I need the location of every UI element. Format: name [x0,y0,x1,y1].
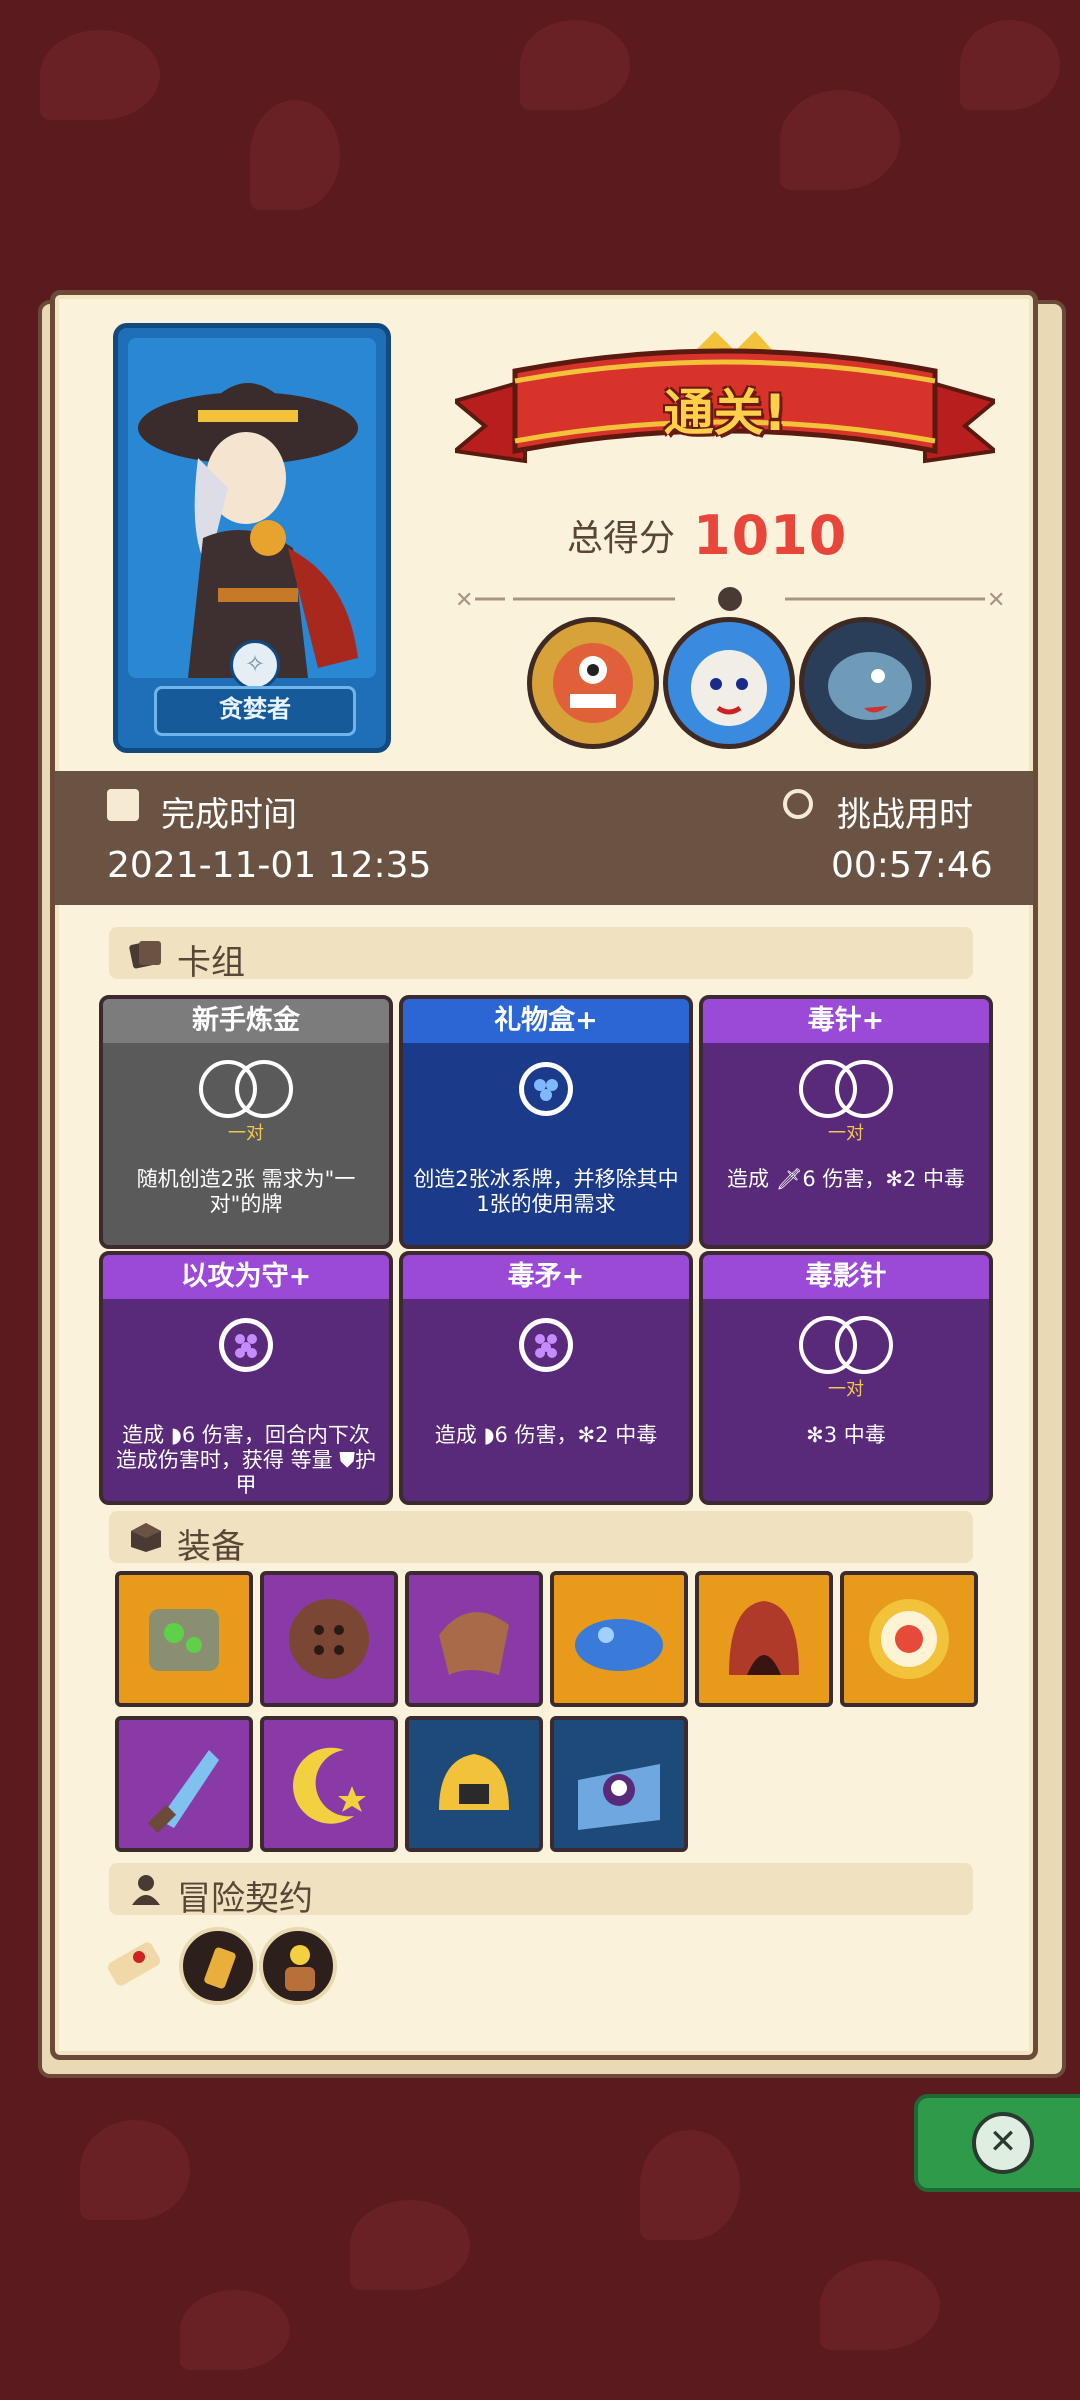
card-description: 造成 ◗6 伤害，✻2 中毒 [434,1423,658,1447]
deck-card[interactable]: 毒针+ 一对造成 🗡6 伤害，✻2 中毒 [699,995,993,1249]
deck-section-header: 卡组 [109,927,973,983]
card-title: 以攻为守+ [103,1255,389,1299]
deck-card[interactable]: 毒影针一对 ✻3 中毒 [699,1251,993,1505]
time-info-bar: 完成时间 2021-11-01 12:35 挑战用时 00:57:46 [55,771,1033,905]
poison-element-icon [516,1315,576,1379]
moon-star-icon[interactable] [260,1716,398,1852]
poison-element-icon [216,1315,276,1379]
card-description: 造成 ◗6 伤害，回合内下次造成伤害时，获得 等量 ⛊护甲 [115,1423,377,1497]
contracts-section-title: 冒险契约 [177,1879,313,1919]
hero-portrait [128,338,376,678]
boss-divider: ✕ ✕ [445,585,1015,613]
card-title: 礼物盒+ [403,999,689,1043]
boss-blue-beast-icon [799,617,931,749]
pair-requirement-icon [794,1315,898,1379]
total-score: 总得分 1010 [567,500,907,570]
cube-icon [129,1521,163,1553]
contracts-row [99,1927,419,2017]
challenge-duration-label: 挑战用时 [837,795,973,835]
card-description: 造成 🗡6 伤害，✻2 中毒 [726,1167,965,1191]
gold-ring-icon[interactable] [840,1571,978,1707]
result-panel: ✧ 贪婪者 通关! 总得分 1010 ✕ ✕ 完成时间 2021-11-01 1… [50,290,1038,2060]
card-description: 随机创造2张 需求为"一对"的牌 [136,1167,356,1216]
card-title: 新手炼金 [103,999,389,1043]
moss-stone-icon[interactable] [115,1571,253,1707]
hero-class-badge: ✧ [230,640,280,690]
card-title: 毒矛+ [403,1255,689,1299]
victory-title: 通关! [663,384,787,442]
boss-masked-warrior-icon [663,617,795,749]
flower-pot-icon[interactable] [259,1927,337,2005]
card-title: 毒针+ [703,999,989,1043]
hero-card: ✧ 贪婪者 [113,323,391,753]
card-requirement-label: 一对 [828,1123,864,1144]
svg-text:✕: ✕ [987,588,1005,613]
card-description: 创造2张冰系牌，并移除其中1张的使用需求 [413,1167,679,1216]
skull-book-icon[interactable] [550,1716,688,1852]
cards-icon [129,937,163,969]
pair-requirement-icon [794,1059,898,1123]
card-description: ✻3 中毒 [806,1423,886,1447]
hero-name: 贪婪者 [154,686,356,736]
blue-slime-icon[interactable] [550,1571,688,1707]
card-requirement-label: 一对 [828,1379,864,1400]
deck-section-title: 卡组 [177,943,245,983]
contracts-section-header: 冒险契约 [109,1863,973,1919]
ice-element-icon [516,1059,576,1123]
stopwatch-icon [783,789,813,819]
score-value: 1010 [693,503,848,567]
equipment-grid [115,1571,985,1861]
amulet-icon[interactable] [179,1927,257,2005]
victory-ribbon: 通关! [450,331,1000,481]
equipment-section-title: 装备 [177,1527,245,1567]
deck-card[interactable]: 以攻为守+ 造成 ◗6 伤害，回合内下次造成伤害时，获得 等量 ⛊护甲 [99,1251,393,1505]
deck-card[interactable]: 礼物盒+ 创造2张冰系牌，并移除其中1张的使用需求 [399,995,693,1249]
score-label: 总得分 [567,518,676,559]
svg-text:✕: ✕ [455,588,473,613]
card-requirement-label: 一对 [228,1123,264,1144]
pair-requirement-icon [194,1059,298,1123]
person-icon [129,1873,163,1905]
completion-time-label: 完成时间 [161,795,297,835]
scroll-icon[interactable] [99,1927,177,2005]
red-hood-icon[interactable] [695,1571,833,1707]
calendar-icon [107,789,139,821]
deck-card[interactable]: 毒矛+ 造成 ◗6 伤害，✻2 中毒 [399,1251,693,1505]
boss-cyclops-icon [527,617,659,749]
leather-gauntlet-icon[interactable] [405,1571,543,1707]
deck-card[interactable]: 新手炼金一对随机创造2张 需求为"一对"的牌 [99,995,393,1249]
card-title: 毒影针 [703,1255,989,1299]
defeated-bosses [527,617,947,749]
ice-dagger-icon[interactable] [115,1716,253,1852]
equipment-section-header: 装备 [109,1511,973,1567]
close-button[interactable]: ✕ [914,2094,1080,2192]
button-icon[interactable] [260,1571,398,1707]
challenge-duration-value: 00:57:46 [831,845,993,886]
completion-time-value: 2021-11-01 12:35 [107,845,432,886]
gold-helmet-icon[interactable] [405,1716,543,1852]
close-icon: ✕ [972,2112,1034,2174]
